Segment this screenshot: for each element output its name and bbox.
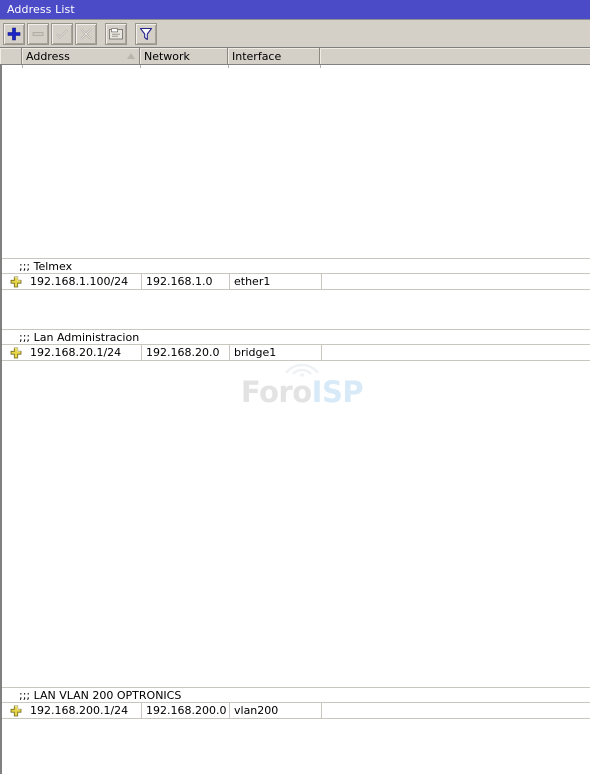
table-row[interactable]: 192.168.200.1/24 192.168.200.0 vlan200: [2, 703, 590, 719]
column-header-interface[interactable]: Interface: [228, 48, 320, 64]
cell-network: 192.168.1.0: [142, 274, 230, 289]
empty-region-bottom: [2, 719, 590, 739]
comment-text: ;;; Telmex: [19, 259, 73, 273]
cell-network: 192.168.200.0: [142, 703, 230, 718]
comment-row[interactable]: ;;; Lan Administracion: [2, 330, 590, 345]
disable-button[interactable]: [75, 22, 97, 45]
column-header-filler: [320, 48, 590, 64]
row-flag-cell: [2, 703, 24, 718]
cell-filler: [322, 345, 590, 360]
dynamic-flag-icon: [10, 347, 22, 359]
filter-button[interactable]: [135, 22, 157, 45]
address-list-window: Address List Address Network Interface ;…: [0, 0, 590, 774]
column-header-address-label: Address: [26, 49, 70, 63]
enable-button[interactable]: [51, 22, 73, 45]
window-title: Address List: [7, 3, 75, 16]
comment-text: ;;; Lan Administracion: [19, 330, 140, 344]
comment-button[interactable]: [105, 22, 127, 45]
empty-region-top: [2, 65, 590, 258]
check-icon: [55, 27, 69, 41]
cell-address: 192.168.1.100/24: [24, 274, 142, 289]
comment-text: ;;; LAN VLAN 200 OPTRONICS: [19, 688, 182, 702]
table-row[interactable]: 192.168.1.100/24 192.168.1.0 ether1: [2, 274, 590, 290]
dynamic-flag-icon: [10, 276, 22, 288]
empty-region-1: [2, 290, 590, 329]
column-header-interface-label: Interface: [232, 49, 282, 63]
column-header-address[interactable]: Address: [22, 48, 140, 64]
toolbar: [0, 20, 590, 48]
funnel-icon: [139, 27, 153, 41]
cell-filler: [322, 274, 590, 289]
table-column-headers: Address Network Interface: [0, 48, 590, 65]
row-flag-cell: [2, 345, 24, 360]
cell-address: 192.168.200.1/24: [24, 703, 142, 718]
cell-network: 192.168.20.0: [142, 345, 230, 360]
column-header-network-label: Network: [144, 49, 190, 63]
row-flag-cell: [2, 274, 24, 289]
minus-icon: [31, 27, 45, 41]
cell-address: 192.168.20.1/24: [24, 345, 142, 360]
remove-button[interactable]: [27, 22, 49, 45]
window-titlebar[interactable]: Address List: [0, 0, 590, 20]
cell-interface: vlan200: [230, 703, 322, 718]
cell-interface: bridge1: [230, 345, 322, 360]
table-row[interactable]: 192.168.20.1/24 192.168.20.0 bridge1: [2, 345, 590, 361]
comment-icon: [109, 27, 123, 40]
empty-region-2: [2, 361, 590, 687]
comment-row[interactable]: ;;; LAN VLAN 200 OPTRONICS: [2, 688, 590, 703]
plus-icon: [7, 27, 21, 41]
dynamic-flag-icon: [10, 705, 22, 717]
column-header-network[interactable]: Network: [140, 48, 228, 64]
cross-icon: [79, 27, 93, 41]
sort-ascending-icon: [127, 53, 135, 59]
address-list-body[interactable]: ;;; Telmex 192.168.1.100/24 192.168.1.0 …: [0, 65, 590, 774]
cell-filler: [322, 703, 590, 718]
add-button[interactable]: [3, 22, 25, 45]
cell-interface: ether1: [230, 274, 322, 289]
comment-row[interactable]: ;;; Telmex: [2, 259, 590, 274]
column-header-marker[interactable]: [0, 48, 22, 64]
